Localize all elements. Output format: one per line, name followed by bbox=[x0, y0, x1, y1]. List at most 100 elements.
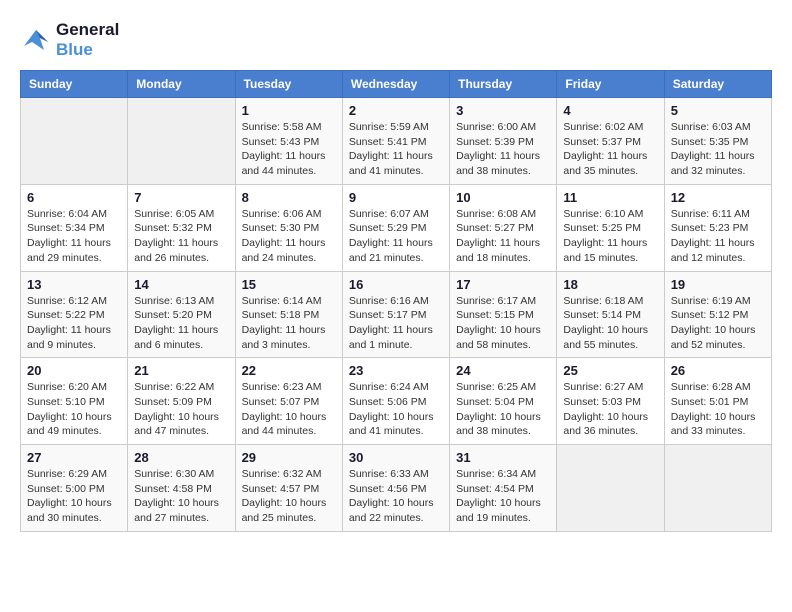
day-info: Sunrise: 6:33 AM Sunset: 4:56 PM Dayligh… bbox=[349, 467, 443, 526]
calendar-cell: 24 Sunrise: 6:25 AM Sunset: 5:04 PM Dayli… bbox=[450, 358, 557, 445]
day-info: Sunrise: 6:29 AM Sunset: 5:00 PM Dayligh… bbox=[27, 467, 121, 526]
calendar-cell: 26 Sunrise: 6:28 AM Sunset: 5:01 PM Dayli… bbox=[664, 358, 771, 445]
day-info: Sunrise: 6:05 AM Sunset: 5:32 PM Dayligh… bbox=[134, 207, 228, 266]
calendar-cell: 10 Sunrise: 6:08 AM Sunset: 5:27 PM Dayli… bbox=[450, 184, 557, 271]
day-number: 14 bbox=[134, 277, 228, 292]
calendar-cell: 19Sunrise: 6:19 AM Sunset: 5:12 PM Dayli… bbox=[664, 271, 771, 358]
calendar-cell: 11 Sunrise: 6:10 AM Sunset: 5:25 PM Dayli… bbox=[557, 184, 664, 271]
day-info: Sunrise: 6:10 AM Sunset: 5:25 PM Dayligh… bbox=[563, 207, 657, 266]
day-number: 10 bbox=[456, 190, 550, 205]
day-number: 18 bbox=[563, 277, 657, 292]
calendar-cell: 25 Sunrise: 6:27 AM Sunset: 5:03 PM Dayli… bbox=[557, 358, 664, 445]
calendar-cell: 1 Sunrise: 5:58 AM Sunset: 5:43 PM Daylig… bbox=[235, 98, 342, 185]
header-monday: Monday bbox=[128, 71, 235, 98]
logo: General Blue bbox=[20, 20, 119, 60]
day-number: 11 bbox=[563, 190, 657, 205]
calendar-week-row: 6Sunrise: 6:04 AM Sunset: 5:34 PM Daylig… bbox=[21, 184, 772, 271]
day-info: Sunrise: 6:18 AM Sunset: 5:14 PM Dayligh… bbox=[563, 294, 657, 353]
day-info: Sunrise: 6:07 AM Sunset: 5:29 PM Dayligh… bbox=[349, 207, 443, 266]
day-number: 24 bbox=[456, 363, 550, 378]
day-info: Sunrise: 6:27 AM Sunset: 5:03 PM Dayligh… bbox=[563, 380, 657, 439]
day-info: Sunrise: 6:25 AM Sunset: 5:04 PM Dayligh… bbox=[456, 380, 550, 439]
header-wednesday: Wednesday bbox=[342, 71, 449, 98]
calendar-table: SundayMondayTuesdayWednesdayThursdayFrid… bbox=[20, 70, 772, 532]
day-number: 23 bbox=[349, 363, 443, 378]
page-header: General Blue bbox=[20, 20, 772, 60]
day-info: Sunrise: 6:11 AM Sunset: 5:23 PM Dayligh… bbox=[671, 207, 765, 266]
header-saturday: Saturday bbox=[664, 71, 771, 98]
calendar-cell bbox=[128, 98, 235, 185]
day-info: Sunrise: 6:02 AM Sunset: 5:37 PM Dayligh… bbox=[563, 120, 657, 179]
calendar-cell bbox=[21, 98, 128, 185]
day-number: 16 bbox=[349, 277, 443, 292]
logo-line1: General bbox=[56, 20, 119, 40]
day-number: 17 bbox=[456, 277, 550, 292]
calendar-week-row: 27 Sunrise: 6:29 AM Sunset: 5:00 PM Dayli… bbox=[21, 445, 772, 532]
day-number: 13 bbox=[27, 277, 121, 292]
day-number: 3 bbox=[456, 103, 550, 118]
day-info: Sunrise: 6:04 AM Sunset: 5:34 PM Dayligh… bbox=[27, 207, 121, 266]
calendar-cell: 12 Sunrise: 6:11 AM Sunset: 5:23 PM Dayli… bbox=[664, 184, 771, 271]
day-info: Sunrise: 6:20 AM Sunset: 5:10 PM Dayligh… bbox=[27, 380, 121, 439]
day-info: Sunrise: 6:06 AM Sunset: 5:30 PM Dayligh… bbox=[242, 207, 336, 266]
calendar-cell: 29 Sunrise: 6:32 AM Sunset: 4:57 PM Dayli… bbox=[235, 445, 342, 532]
day-number: 26 bbox=[671, 363, 765, 378]
header-sunday: Sunday bbox=[21, 71, 128, 98]
day-info: Sunrise: 6:00 AM Sunset: 5:39 PM Dayligh… bbox=[456, 120, 550, 179]
day-number: 21 bbox=[134, 363, 228, 378]
calendar-week-row: 20 Sunrise: 6:20 AM Sunset: 5:10 PM Dayli… bbox=[21, 358, 772, 445]
day-number: 9 bbox=[349, 190, 443, 205]
calendar-cell: 30Sunrise: 6:33 AM Sunset: 4:56 PM Dayli… bbox=[342, 445, 449, 532]
day-number: 25 bbox=[563, 363, 657, 378]
day-number: 15 bbox=[242, 277, 336, 292]
day-number: 7 bbox=[134, 190, 228, 205]
header-tuesday: Tuesday bbox=[235, 71, 342, 98]
calendar-week-row: 13Sunrise: 6:12 AM Sunset: 5:22 PM Dayli… bbox=[21, 271, 772, 358]
calendar-cell: 17 Sunrise: 6:17 AM Sunset: 5:15 PM Dayli… bbox=[450, 271, 557, 358]
day-info: Sunrise: 6:03 AM Sunset: 5:35 PM Dayligh… bbox=[671, 120, 765, 179]
day-info: Sunrise: 6:16 AM Sunset: 5:17 PM Dayligh… bbox=[349, 294, 443, 353]
day-number: 29 bbox=[242, 450, 336, 465]
calendar-cell: 5Sunrise: 6:03 AM Sunset: 5:35 PM Daylig… bbox=[664, 98, 771, 185]
calendar-cell: 3 Sunrise: 6:00 AM Sunset: 5:39 PM Daylig… bbox=[450, 98, 557, 185]
calendar-cell: 31 Sunrise: 6:34 AM Sunset: 4:54 PM Dayli… bbox=[450, 445, 557, 532]
day-info: Sunrise: 6:08 AM Sunset: 5:27 PM Dayligh… bbox=[456, 207, 550, 266]
calendar-cell: 14 Sunrise: 6:13 AM Sunset: 5:20 PM Dayli… bbox=[128, 271, 235, 358]
calendar-cell: 4 Sunrise: 6:02 AM Sunset: 5:37 PM Daylig… bbox=[557, 98, 664, 185]
calendar-cell: 7 Sunrise: 6:05 AM Sunset: 5:32 PM Daylig… bbox=[128, 184, 235, 271]
day-number: 12 bbox=[671, 190, 765, 205]
calendar-cell: 8Sunrise: 6:06 AM Sunset: 5:30 PM Daylig… bbox=[235, 184, 342, 271]
day-info: Sunrise: 6:32 AM Sunset: 4:57 PM Dayligh… bbox=[242, 467, 336, 526]
day-number: 20 bbox=[27, 363, 121, 378]
day-info: Sunrise: 5:58 AM Sunset: 5:43 PM Dayligh… bbox=[242, 120, 336, 179]
day-number: 27 bbox=[27, 450, 121, 465]
day-info: Sunrise: 5:59 AM Sunset: 5:41 PM Dayligh… bbox=[349, 120, 443, 179]
calendar-cell: 9 Sunrise: 6:07 AM Sunset: 5:29 PM Daylig… bbox=[342, 184, 449, 271]
logo-line2: Blue bbox=[56, 40, 119, 60]
day-info: Sunrise: 6:23 AM Sunset: 5:07 PM Dayligh… bbox=[242, 380, 336, 439]
calendar-cell: 6Sunrise: 6:04 AM Sunset: 5:34 PM Daylig… bbox=[21, 184, 128, 271]
day-number: 31 bbox=[456, 450, 550, 465]
day-info: Sunrise: 6:22 AM Sunset: 5:09 PM Dayligh… bbox=[134, 380, 228, 439]
calendar-cell: 2 Sunrise: 5:59 AM Sunset: 5:41 PM Daylig… bbox=[342, 98, 449, 185]
calendar-cell: 22Sunrise: 6:23 AM Sunset: 5:07 PM Dayli… bbox=[235, 358, 342, 445]
day-number: 1 bbox=[242, 103, 336, 118]
calendar-cell: 20 Sunrise: 6:20 AM Sunset: 5:10 PM Dayli… bbox=[21, 358, 128, 445]
calendar-cell: 18 Sunrise: 6:18 AM Sunset: 5:14 PM Dayli… bbox=[557, 271, 664, 358]
day-number: 2 bbox=[349, 103, 443, 118]
calendar-cell: 16 Sunrise: 6:16 AM Sunset: 5:17 PM Dayli… bbox=[342, 271, 449, 358]
day-info: Sunrise: 6:14 AM Sunset: 5:18 PM Dayligh… bbox=[242, 294, 336, 353]
calendar-cell: 23 Sunrise: 6:24 AM Sunset: 5:06 PM Dayli… bbox=[342, 358, 449, 445]
day-info: Sunrise: 6:24 AM Sunset: 5:06 PM Dayligh… bbox=[349, 380, 443, 439]
day-info: Sunrise: 6:19 AM Sunset: 5:12 PM Dayligh… bbox=[671, 294, 765, 353]
calendar-cell: 13Sunrise: 6:12 AM Sunset: 5:22 PM Dayli… bbox=[21, 271, 128, 358]
calendar-week-row: 1 Sunrise: 5:58 AM Sunset: 5:43 PM Daylig… bbox=[21, 98, 772, 185]
calendar-cell: 28Sunrise: 6:30 AM Sunset: 4:58 PM Dayli… bbox=[128, 445, 235, 532]
day-info: Sunrise: 6:13 AM Sunset: 5:20 PM Dayligh… bbox=[134, 294, 228, 353]
day-info: Sunrise: 6:34 AM Sunset: 4:54 PM Dayligh… bbox=[456, 467, 550, 526]
day-info: Sunrise: 6:28 AM Sunset: 5:01 PM Dayligh… bbox=[671, 380, 765, 439]
day-info: Sunrise: 6:17 AM Sunset: 5:15 PM Dayligh… bbox=[456, 294, 550, 353]
calendar-cell: 21 Sunrise: 6:22 AM Sunset: 5:09 PM Dayli… bbox=[128, 358, 235, 445]
day-number: 28 bbox=[134, 450, 228, 465]
day-number: 4 bbox=[563, 103, 657, 118]
